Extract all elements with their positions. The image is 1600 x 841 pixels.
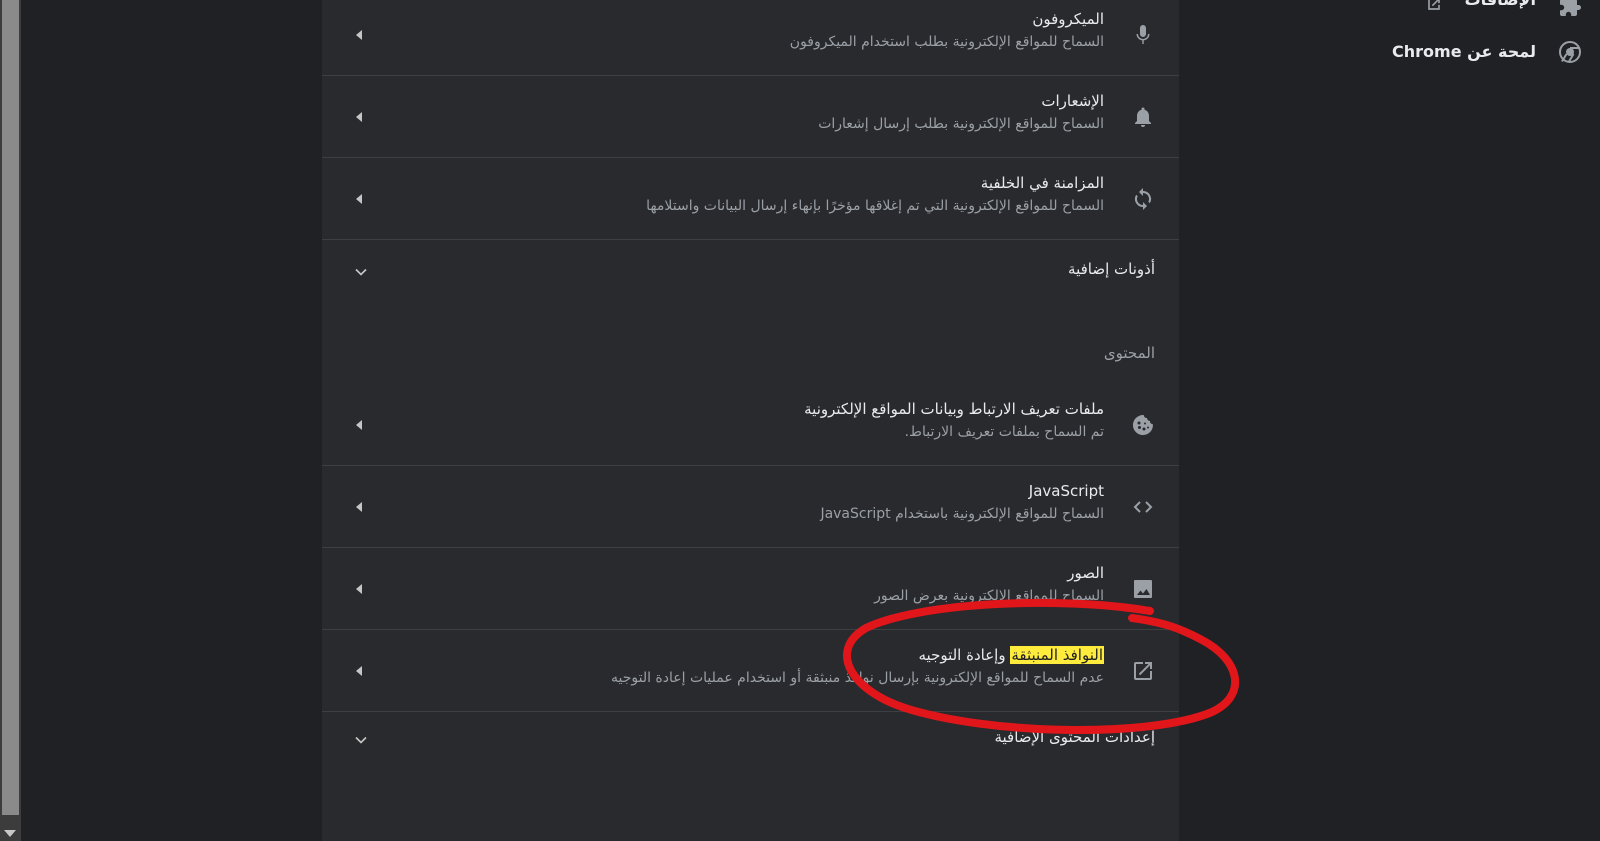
popups-redirects-content-row[interactable]: النوافذ المنبثقة وإعادة التوجيه عدم السم… (322, 630, 1179, 712)
row-subtitle: عدم السماح للمواقع الإلكترونية بإرسال نو… (610, 670, 1104, 686)
javascript-content-row[interactable]: JavaScript السماح للمواقع الإلكترونية با… (322, 466, 1179, 548)
row-arrow-icon (356, 665, 362, 676)
code-icon (1131, 495, 1155, 519)
sidebar-item-label: الإضافات (1465, 0, 1536, 9)
cookies-content-row[interactable]: ملفات تعريف الارتباط وبيانات المواقع الإ… (322, 384, 1179, 466)
row-arrow-icon (356, 193, 362, 204)
bell-icon (1131, 105, 1155, 129)
scroll-down-arrow-icon[interactable] (4, 830, 16, 837)
open-in-new-small-icon (1424, 0, 1444, 14)
chevron-down-icon (351, 730, 371, 750)
sidebar-item-label: لمحة عن Chrome (1392, 42, 1536, 61)
scrollbar-thumb[interactable] (2, 0, 19, 815)
window-scrollbar[interactable] (0, 0, 21, 841)
title-rest: وإعادة التوجيه (918, 646, 1011, 664)
row-title: ملفات تعريف الارتباط وبيانات المواقع الإ… (804, 400, 1104, 418)
puzzle-icon (1558, 0, 1582, 18)
row-subtitle: تم السماح بملفات تعريف الارتباط. (904, 424, 1104, 440)
microphone-icon (1131, 23, 1155, 47)
expander-label: أذونات إضافية (1068, 260, 1155, 278)
cookie-icon (1131, 413, 1155, 437)
images-content-row[interactable]: الصور السماح للمواقع الإلكترونية بعرض ال… (322, 548, 1179, 630)
row-title: الإشعارات (1041, 92, 1104, 110)
row-title: المزامنة في الخلفية (980, 174, 1104, 192)
chrome-logo-icon (1558, 40, 1582, 64)
row-subtitle: السماح للمواقع الإلكترونية بطلب استخدام … (789, 34, 1104, 50)
image-icon (1131, 577, 1155, 601)
row-title: الميكروفون (1032, 10, 1104, 28)
chevron-down-icon (351, 262, 371, 282)
content-section-heading: المحتوى (1103, 344, 1155, 362)
row-title: الصور (1067, 564, 1104, 582)
sync-icon (1131, 187, 1155, 211)
expander-label: إعدادات المحتوى الإضافية (994, 728, 1155, 746)
microphone-permission-row[interactable]: الميكروفون السماح للمواقع الإلكترونية بط… (322, 0, 1179, 76)
row-subtitle: السماح للمواقع الإلكترونية باستخدام Java… (820, 506, 1104, 522)
row-arrow-icon (356, 29, 362, 40)
row-arrow-icon (356, 501, 362, 512)
sidebar-item-about-chrome[interactable]: لمحة عن Chrome (1392, 42, 1536, 61)
notifications-permission-row[interactable]: الإشعارات السماح للمواقع الإلكترونية بطل… (322, 76, 1179, 158)
row-arrow-icon (356, 583, 362, 594)
additional-content-settings-expander[interactable]: إعدادات المحتوى الإضافية (322, 710, 1179, 770)
row-arrow-icon (356, 111, 362, 122)
search-highlight: النوافذ المنبثقة (1010, 646, 1104, 664)
row-arrow-icon (356, 419, 362, 430)
row-title: JavaScript (1028, 482, 1104, 500)
row-subtitle: السماح للمواقع الإلكترونية بطلب إرسال إش… (818, 116, 1104, 132)
row-subtitle: السماح للمواقع الإلكترونية بعرض الصور (874, 588, 1104, 604)
open-in-new-icon (1131, 659, 1155, 683)
sidebar-item-extensions[interactable]: الإضافات (1465, 0, 1536, 9)
background-sync-permission-row[interactable]: المزامنة في الخلفية السماح للمواقع الإلك… (322, 158, 1179, 240)
row-subtitle: السماح للمواقع الإلكترونية التي تم إغلاق… (646, 198, 1104, 214)
row-title: النوافذ المنبثقة وإعادة التوجيه (611, 644, 1104, 667)
additional-permissions-expander[interactable]: أذونات إضافية (322, 242, 1179, 302)
site-settings-panel: الميكروفون السماح للمواقع الإلكترونية بط… (322, 0, 1179, 841)
